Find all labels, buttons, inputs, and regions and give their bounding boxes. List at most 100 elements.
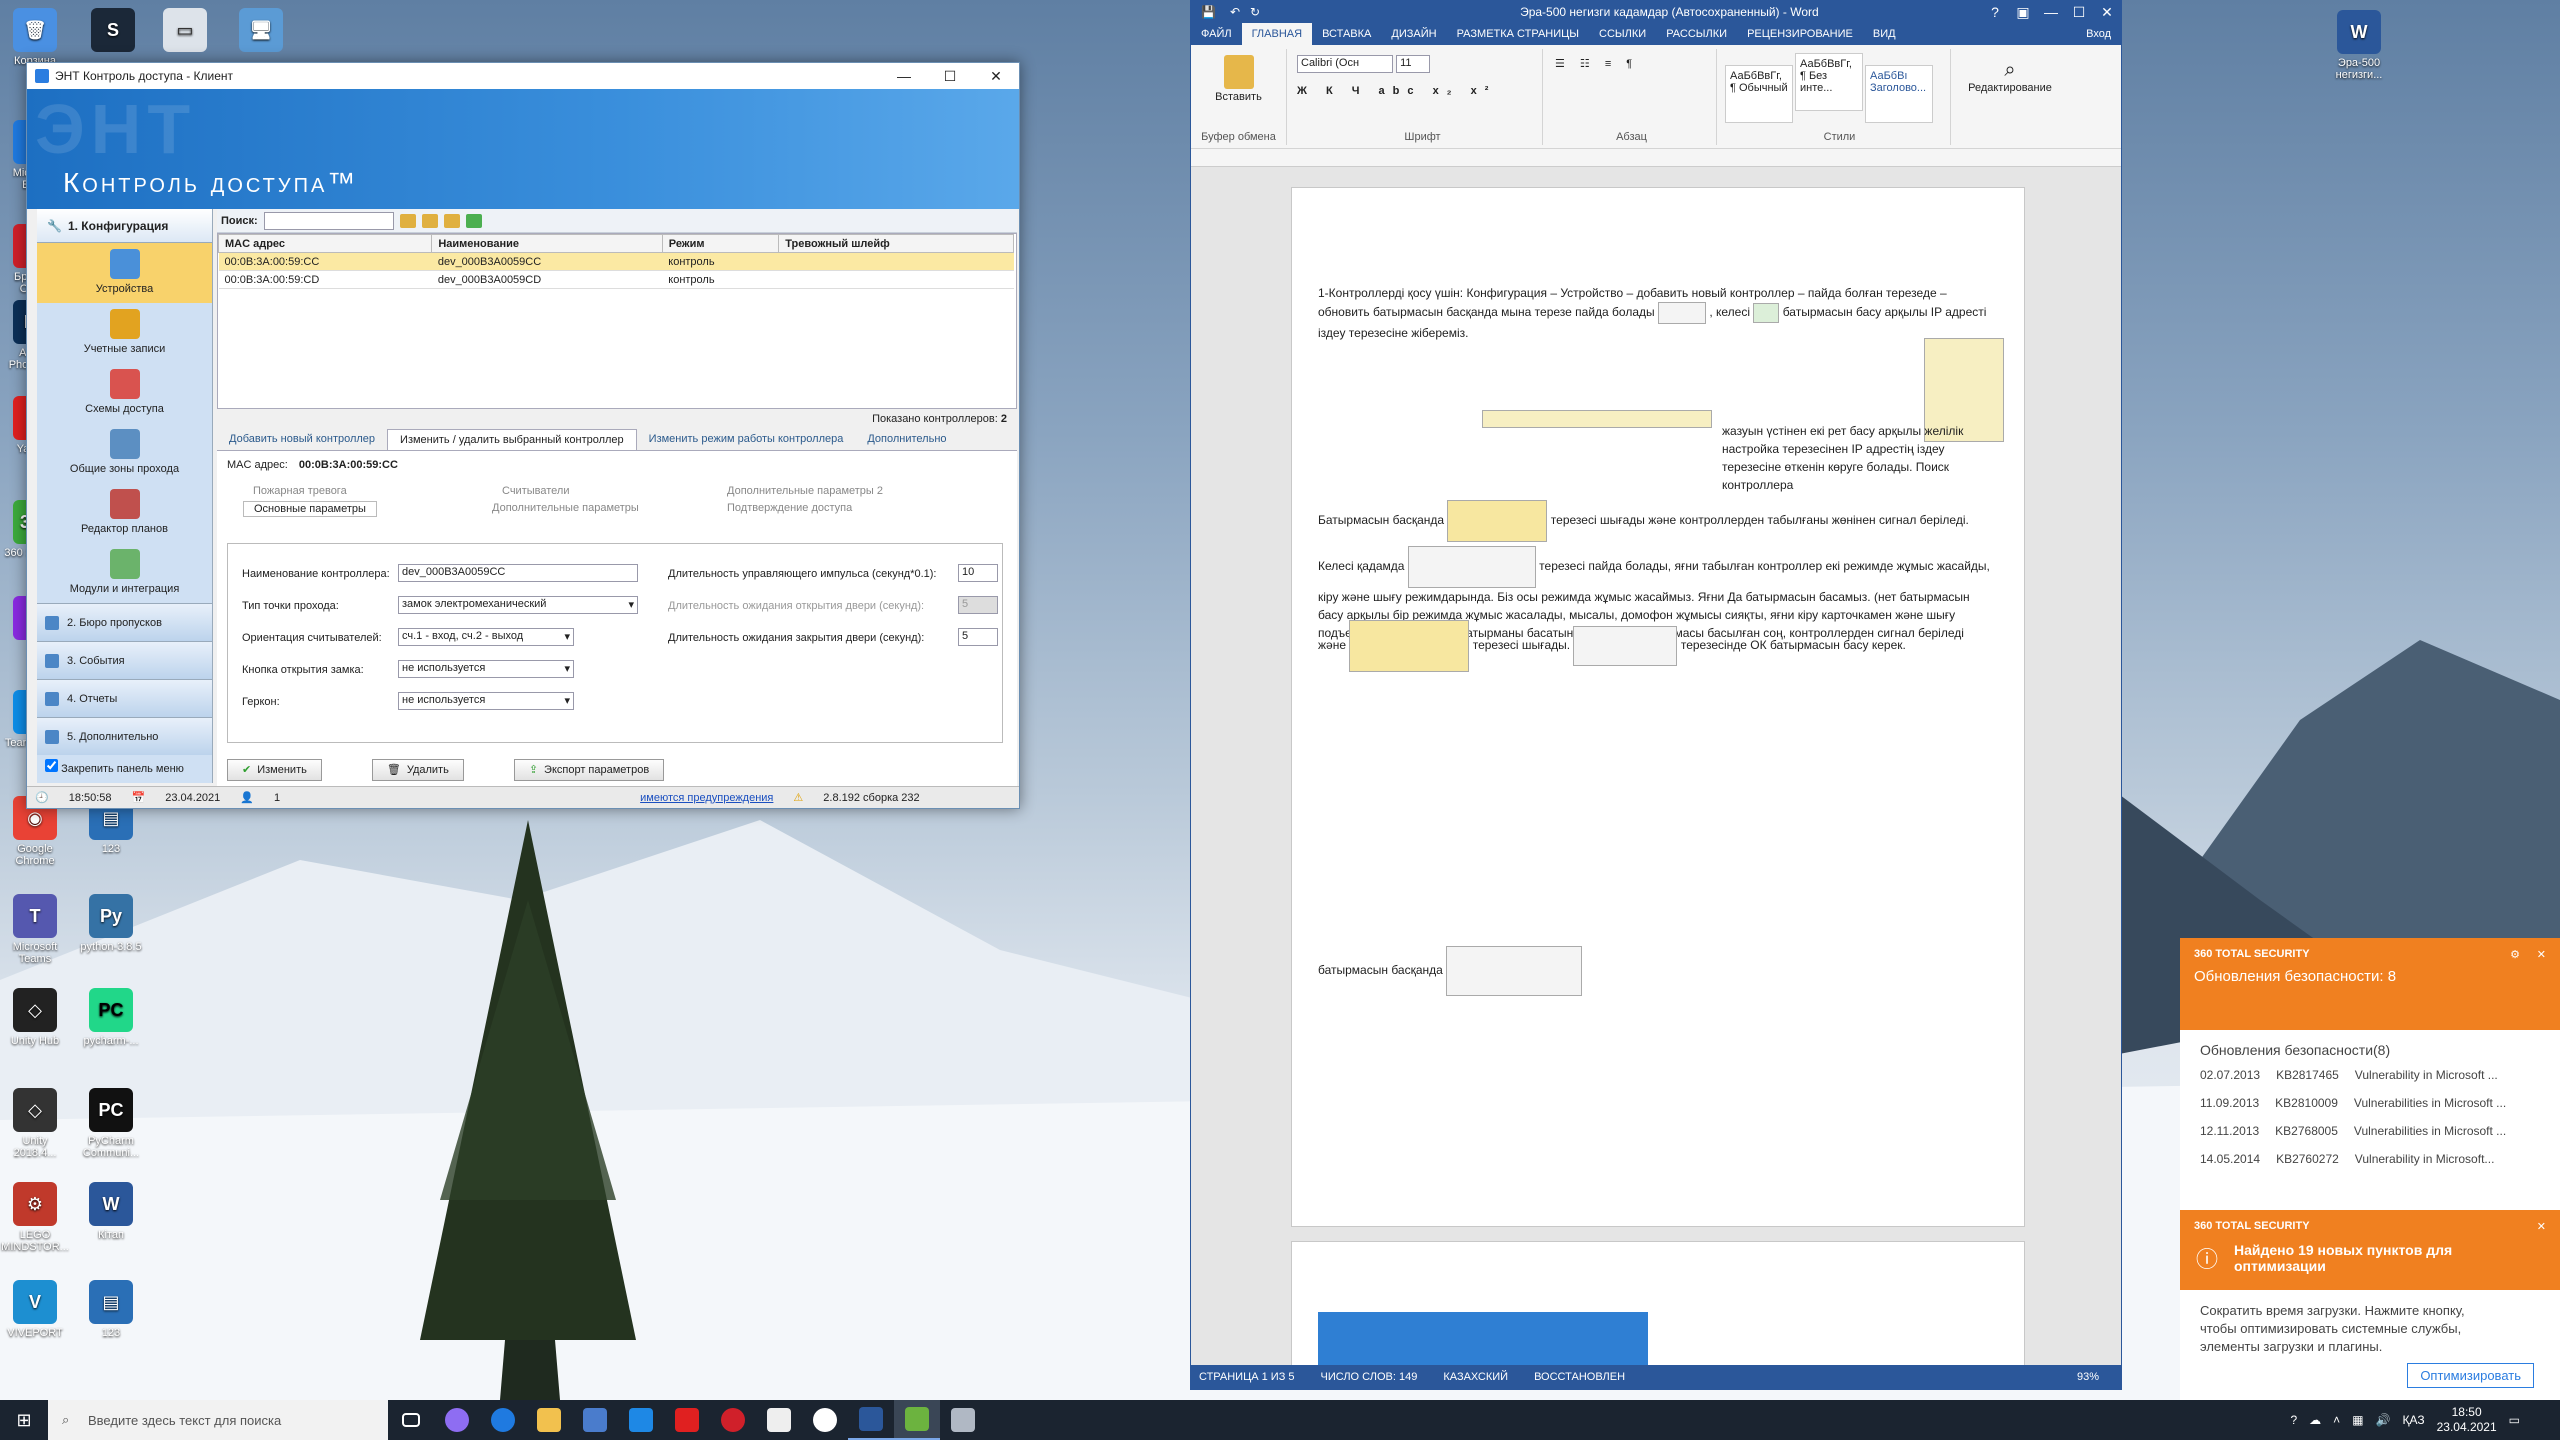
close-icon[interactable]: ✕ (2537, 1220, 2546, 1233)
taskbar-notes[interactable] (756, 1400, 802, 1440)
change-button[interactable]: ✔ Изменить (227, 759, 322, 781)
sidebar-item-plan-editor[interactable]: Редактор планов (37, 483, 212, 543)
close-button[interactable]: ✕ (2093, 1, 2121, 23)
sidebar-item-common-zones[interactable]: Общие зоны прохода (37, 423, 212, 483)
desktop-icon-123-b[interactable]: ▤ 123 (76, 1280, 146, 1339)
desktop-icon-python[interactable]: Py python-3.8.5 (76, 894, 146, 953)
sidebar-section-reports[interactable]: 4. Отчеты (37, 679, 212, 717)
task-view-button[interactable] (388, 1400, 434, 1440)
style-heading[interactable]: АаБбВı Заголово... (1865, 65, 1933, 123)
close-button[interactable]: ✕ (973, 63, 1019, 89)
col-name[interactable]: Наименование (431, 234, 663, 253)
tab-insert[interactable]: ВСТАВКА (1312, 28, 1381, 40)
desktop-icon-viveport[interactable]: V VIVEPORT (0, 1280, 70, 1339)
desktop-icon-kitap[interactable]: W Кітап (76, 1182, 146, 1241)
taskbar-search[interactable]: ⌕ Введите здесь текст для поиска (48, 1400, 388, 1440)
minimize-button[interactable]: — (881, 63, 927, 89)
tab-mailings[interactable]: РАССЫЛКИ (1656, 28, 1737, 40)
subtab-extra2[interactable]: Дополнительные параметры 2 (727, 485, 883, 497)
taskbar-mail[interactable] (618, 1400, 664, 1440)
tab-references[interactable]: ССЫЛКИ (1589, 28, 1656, 40)
subtab-readers[interactable]: Считыватели (502, 485, 569, 497)
tab-layout[interactable]: РАЗМЕТКА СТРАНИЦЫ (1447, 28, 1589, 40)
export-params-button[interactable]: ⇪ Экспорт параметров (513, 759, 665, 781)
font-size-select[interactable]: 11 (1396, 55, 1431, 73)
desktop-icon-unity-hub[interactable]: ◇ Unity Hub (0, 988, 70, 1047)
pin-menu-row[interactable]: Закрепить панель меню (37, 755, 212, 779)
desktop-icon-pc[interactable]: 🖥 (226, 8, 296, 55)
paste-button[interactable]: Вставить (1191, 49, 1286, 103)
key-icon[interactable] (399, 213, 416, 228)
paragraph-buttons[interactable]: ☰ ☷ ≡ ¶ (1547, 49, 1716, 78)
sidebar-item-accounts[interactable]: Учетные записи (37, 303, 212, 363)
tab-review[interactable]: РЕЦЕНЗИРОВАНИЕ (1737, 28, 1863, 40)
sidebar-item-modules[interactable]: Модули и интеграция (37, 543, 212, 603)
doc-paragraph-6[interactable]: батырмасын басқанда (1318, 946, 1998, 996)
doc-paragraph-5[interactable]: және терезесі шығады. терезесінде ОК бат… (1318, 620, 1998, 672)
sidebar-config-header[interactable]: 🔧 1. Конфигурация (37, 209, 212, 243)
gerkon-select[interactable]: не используется ▾ (398, 692, 574, 710)
table-row[interactable]: 00:0B:3A:00:59:CD dev_000B3A0059CD контр… (218, 270, 1014, 289)
taskbar-explorer[interactable] (526, 1400, 572, 1440)
volume-icon[interactable]: 🔊 (2376, 1413, 2391, 1427)
keyboard-language[interactable]: ҚАЗ (2402, 1413, 2424, 1427)
warnings-link[interactable]: имеются предупреждения (640, 792, 773, 804)
tab-view[interactable]: ВИД (1863, 28, 1906, 40)
pin-menu-checkbox[interactable] (45, 759, 58, 772)
tab-mode[interactable]: Изменить режим работы контроллера (637, 429, 856, 450)
point-type-select[interactable]: замок электромеханический ▾ (398, 596, 638, 614)
taskbar-yandex[interactable] (664, 1400, 710, 1440)
start-button[interactable]: ⊞ (0, 1400, 48, 1440)
orientation-select[interactable]: сч.1 - вход, сч.2 - выход ▾ (398, 628, 574, 646)
tab-edit-controller[interactable]: Изменить / удалить выбранный контроллер (387, 429, 637, 450)
redo-icon[interactable]: ↻ (1250, 5, 1260, 19)
sidebar-section-bureau[interactable]: 2. Бюро пропусков (37, 603, 212, 641)
style-normal[interactable]: АаБбВвГг, ¶ Обычный (1725, 65, 1793, 123)
desktop-icon-pycharm[interactable]: PC PyCharm Communi... (76, 1088, 146, 1159)
taskbar-ent[interactable] (894, 1400, 940, 1440)
delete-button[interactable]: 🗑 Удалить (371, 759, 464, 781)
taskbar-other[interactable] (940, 1400, 986, 1440)
desktop-icon-teams[interactable]: T Microsoft Teams (0, 894, 70, 965)
desktop-icon-recycle-bin[interactable]: 🗑 Корзина (0, 8, 70, 67)
undo-icon[interactable]: ↶ (1230, 5, 1240, 19)
search-input[interactable] (263, 211, 394, 230)
list-item[interactable]: 12.11.2013 KB2768005 Vulnerabilities in Mi… (2200, 1124, 2540, 1152)
taskbar-edge[interactable] (480, 1400, 526, 1440)
doc-paragraph-3[interactable]: Батырмасын басқанда терезесі шығады және… (1318, 500, 1998, 542)
desktop-icon-pycharm-installer[interactable]: PC pycharm-... (76, 988, 146, 1047)
desktop-icon-steam[interactable]: S (78, 8, 148, 55)
taskbar-opera[interactable] (710, 1400, 756, 1440)
tab-extra[interactable]: Дополнительно (855, 429, 958, 450)
wait-close-stepper[interactable]: 5 (958, 628, 998, 646)
list-item[interactable]: 02.07.2013 KB2817465 Vulnerability in Micr… (2200, 1068, 2540, 1096)
folder-add-icon[interactable] (421, 213, 438, 228)
subtab-basic[interactable]: Основные параметры (243, 501, 377, 517)
list-item[interactable]: 11.09.2013 KB2810009 Vulnerabilities in Mi… (2200, 1096, 2540, 1124)
close-icon[interactable]: ✕ (2537, 948, 2546, 961)
doc-paragraph-2[interactable]: жазуын үстінен екі рет басу арқылы желіл… (1722, 422, 1998, 494)
controller-name-input[interactable]: dev_000B3A0059CC (398, 564, 638, 582)
col-alarm[interactable]: Тревожный шлейф (778, 234, 1014, 253)
zoom-level[interactable]: 93% (2077, 1371, 2099, 1383)
clock[interactable]: 18:50 23.04.2021 (2437, 1405, 2497, 1435)
taskbar-app-1[interactable] (434, 1400, 480, 1440)
desktop-icon-unity[interactable]: ◇ Unity 2018.4... (0, 1088, 70, 1159)
sidebar-section-extra[interactable]: 5. Дополнительно (37, 717, 212, 755)
font-name-select[interactable]: Calibri (Осн (1297, 55, 1393, 73)
desktop-icon-box[interactable]: ▭ (150, 8, 220, 55)
subtab-fire[interactable]: Пожарная тревога (253, 485, 347, 497)
export-icon[interactable] (465, 213, 482, 228)
list-item[interactable]: 14.05.2014 KB2760272 Vulnerability in Micr… (2200, 1152, 2540, 1180)
lock-icon[interactable] (443, 213, 460, 228)
word-save-icon[interactable]: 💾 (1201, 5, 1216, 19)
pulse-stepper[interactable]: 10 (958, 564, 998, 582)
subtab-confirm[interactable]: Подтверждение доступа (727, 502, 852, 514)
sidebar-section-events[interactable]: 3. События (37, 641, 212, 679)
doc-paragraph-1[interactable]: 1-Контроллерді қосу үшін: Конфигурация –… (1318, 284, 1998, 342)
subtab-extra[interactable]: Дополнительные параметры (492, 502, 639, 514)
table-row[interactable]: 00:0B:3A:00:59:CC dev_000B3A0059CC контр… (218, 252, 1014, 271)
sidebar-item-access-schemes[interactable]: Схемы доступа (37, 363, 212, 423)
help-icon[interactable]: ? (1981, 1, 2009, 23)
tab-add-controller[interactable]: Добавить новый контроллер (217, 429, 387, 450)
